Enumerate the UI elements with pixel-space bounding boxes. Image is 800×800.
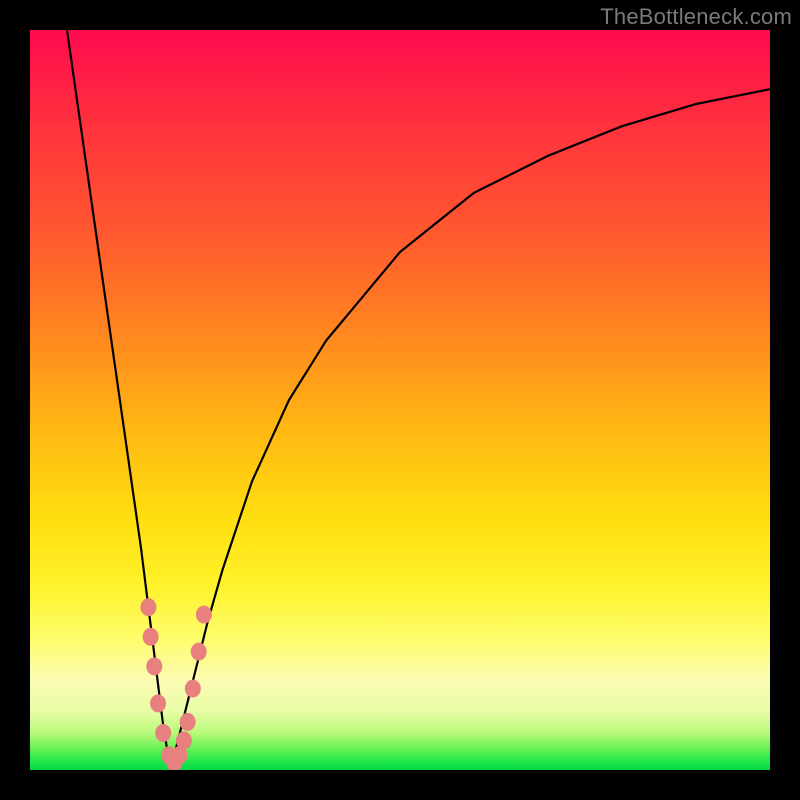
sample-marker: [196, 606, 212, 624]
chart-frame: TheBottleneck.com: [0, 0, 800, 800]
sample-marker: [143, 628, 159, 646]
bottleneck-curve-svg: [30, 30, 770, 770]
sample-marker: [185, 680, 201, 698]
sample-marker: [155, 724, 171, 742]
sample-marker: [146, 657, 162, 675]
curve-group: [67, 30, 770, 770]
sample-marker: [191, 643, 207, 661]
curve-right-branch: [171, 89, 770, 770]
plot-area: [30, 30, 770, 770]
sample-marker: [180, 713, 196, 731]
sample-marker: [150, 694, 166, 712]
sample-marker: [176, 731, 192, 749]
sample-marker: [140, 598, 156, 616]
watermark-text: TheBottleneck.com: [600, 4, 792, 30]
